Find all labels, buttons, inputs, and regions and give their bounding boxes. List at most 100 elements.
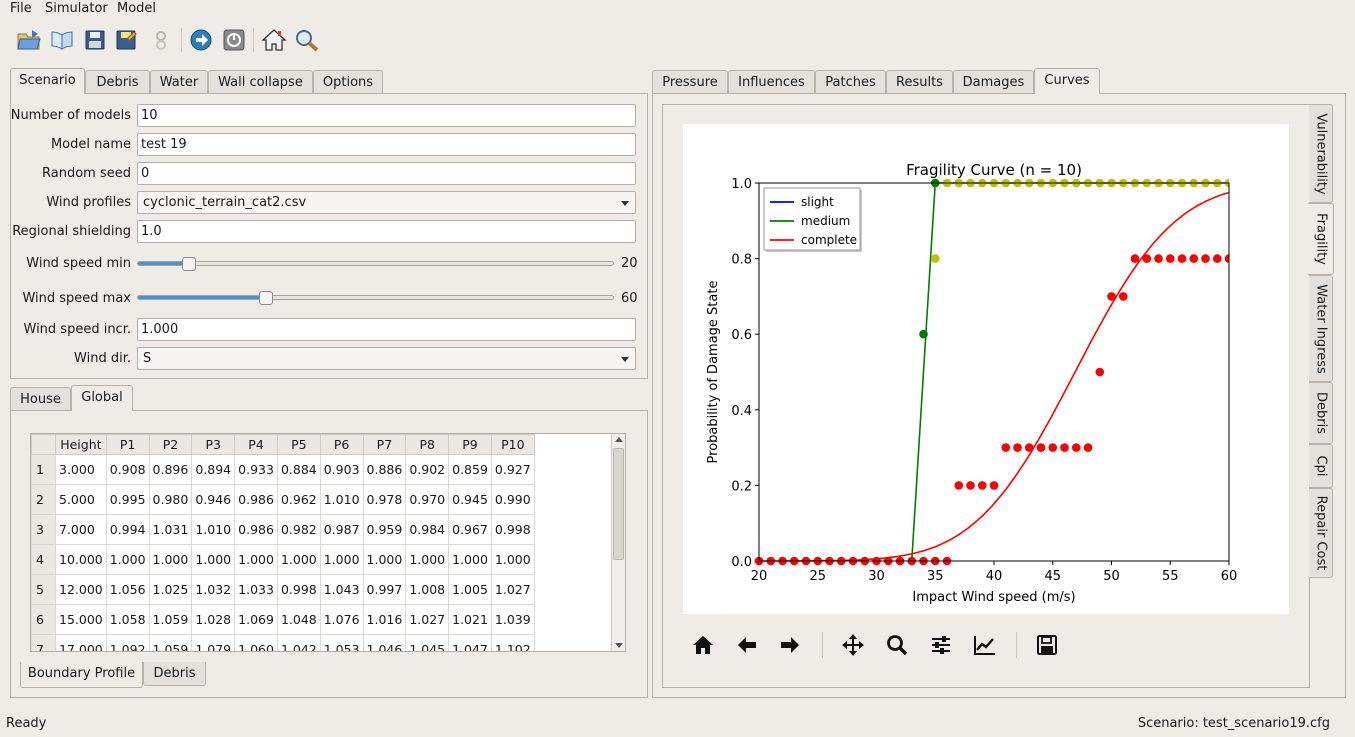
- tab-repair-cost[interactable]: Repair Cost: [1309, 488, 1333, 578]
- row-header[interactable]: 7: [31, 634, 56, 651]
- table-cell[interactable]: 1.076: [319, 604, 364, 635]
- menu-simulator[interactable]: Simulator: [42, 1, 111, 16]
- tab-damages[interactable]: Damages: [953, 70, 1034, 94]
- column-header[interactable]: P6: [319, 434, 364, 455]
- pan-icon[interactable]: [835, 628, 871, 662]
- tab-boundary-profile[interactable]: Boundary Profile: [20, 662, 143, 688]
- table-cell[interactable]: 0.998: [490, 514, 535, 545]
- tab-vulnerability[interactable]: Vulnerability: [1309, 104, 1333, 203]
- table-cell[interactable]: 1.010: [191, 514, 236, 545]
- tab-options[interactable]: Options: [313, 70, 383, 94]
- table-cell[interactable]: 1.000: [191, 544, 236, 575]
- tab-curves[interactable]: Curves: [1034, 68, 1100, 94]
- table-cell[interactable]: 1.042: [276, 634, 321, 651]
- column-header[interactable]: P7: [362, 434, 407, 455]
- table-cell[interactable]: 0.998: [276, 574, 321, 605]
- table-cell[interactable]: 0.978: [362, 484, 407, 515]
- row-header[interactable]: 1: [31, 454, 56, 485]
- table-cell[interactable]: 1.053: [319, 634, 364, 651]
- column-header[interactable]: P4: [234, 434, 278, 455]
- scroll-down-icon[interactable]: [615, 643, 623, 648]
- tab-cpi[interactable]: Cpi: [1309, 444, 1333, 488]
- tab-water[interactable]: Water: [150, 70, 208, 94]
- open-folder-icon[interactable]: [14, 25, 44, 55]
- wind-dir-select[interactable]: S: [137, 347, 636, 370]
- table-cell[interactable]: 1.000: [234, 544, 278, 575]
- scroll-thumb[interactable]: [613, 448, 624, 560]
- table-cell[interactable]: 0.903: [319, 454, 364, 485]
- table-cell[interactable]: 1.000: [276, 544, 321, 575]
- table-cell[interactable]: 15.000: [55, 604, 107, 635]
- wind-speed-max-slider[interactable]: [137, 295, 614, 300]
- wind-speed-max-handle[interactable]: [258, 291, 273, 305]
- table-cell[interactable]: 7.000: [55, 514, 107, 545]
- table-cell[interactable]: 1.048: [276, 604, 321, 635]
- column-header[interactable]: P3: [191, 434, 236, 455]
- table-cell[interactable]: 0.896: [148, 454, 193, 485]
- table-cell[interactable]: 1.069: [234, 604, 278, 635]
- table-cell[interactable]: 1.059: [148, 604, 193, 635]
- random-seed-input[interactable]: 0: [137, 162, 636, 185]
- table-cell[interactable]: 0.894: [191, 454, 236, 485]
- table-cell[interactable]: 0.946: [191, 484, 236, 515]
- edit-axis-icon[interactable]: [967, 628, 1003, 662]
- table-cell[interactable]: 0.970: [405, 484, 450, 515]
- row-header[interactable]: 3: [31, 514, 56, 545]
- table-cell[interactable]: 1.008: [405, 574, 450, 605]
- row-header[interactable]: 6: [31, 604, 56, 635]
- tab-pressure[interactable]: Pressure: [652, 70, 728, 94]
- table-cell[interactable]: 0.945: [448, 484, 492, 515]
- tab-wall-collapse[interactable]: Wall collapse: [208, 70, 313, 94]
- stop-icon[interactable]: [219, 25, 249, 55]
- table-cell[interactable]: 1.058: [105, 604, 150, 635]
- save-as-icon[interactable]: [111, 25, 141, 55]
- tab-scenario[interactable]: Scenario: [10, 68, 85, 94]
- home-icon[interactable]: [685, 628, 721, 662]
- table-cell[interactable]: 1.000: [105, 544, 150, 575]
- table-cell[interactable]: 1.000: [448, 544, 492, 575]
- table-cell[interactable]: 1.043: [319, 574, 364, 605]
- home-icon[interactable]: [259, 25, 289, 55]
- row-header[interactable]: 5: [31, 574, 56, 605]
- menu-file[interactable]: File: [7, 1, 35, 16]
- table-cell[interactable]: 1.032: [191, 574, 236, 605]
- back-arrow-icon[interactable]: [729, 628, 765, 662]
- wind-speed-min-handle[interactable]: [182, 257, 197, 271]
- wind-profiles-select[interactable]: cyclonic_terrain_cat2.csv: [137, 191, 636, 214]
- table-cell[interactable]: 0.902: [405, 454, 450, 485]
- run-icon[interactable]: [186, 25, 216, 55]
- table-cell[interactable]: 1.079: [191, 634, 236, 651]
- regional-shielding-input[interactable]: 1.0: [137, 220, 636, 243]
- table-cell[interactable]: 1.092: [105, 634, 150, 651]
- column-header[interactable]: P1: [105, 434, 150, 455]
- table-cell[interactable]: 1.000: [405, 544, 450, 575]
- scroll-up-icon[interactable]: [615, 437, 623, 442]
- tab-fragility[interactable]: Fragility: [1308, 203, 1334, 275]
- table-cell[interactable]: 0.995: [105, 484, 150, 515]
- table-cell[interactable]: 0.982: [276, 514, 321, 545]
- table-cell[interactable]: 0.986: [234, 484, 278, 515]
- table-cell[interactable]: 1.031: [148, 514, 193, 545]
- table-cell[interactable]: 1.027: [490, 574, 535, 605]
- model-name-input[interactable]: test 19: [137, 133, 636, 156]
- save-figure-icon[interactable]: [1029, 628, 1065, 662]
- table-cell[interactable]: 0.990: [490, 484, 535, 515]
- wind-speed-min-slider[interactable]: [137, 261, 614, 266]
- table-cell[interactable]: 0.962: [276, 484, 321, 515]
- table-cell[interactable]: 0.997: [362, 574, 407, 605]
- table-cell[interactable]: 1.060: [234, 634, 278, 651]
- configure-subplots-icon[interactable]: [923, 628, 959, 662]
- table-cell[interactable]: 1.000: [362, 544, 407, 575]
- table-cell[interactable]: 0.933: [234, 454, 278, 485]
- table-cell[interactable]: 1.016: [362, 604, 407, 635]
- table-cell[interactable]: 1.045: [405, 634, 450, 651]
- row-header[interactable]: 4: [31, 544, 56, 575]
- table-cell[interactable]: 1.010: [319, 484, 364, 515]
- table-cell[interactable]: 1.033: [234, 574, 278, 605]
- settings-disabled-icon[interactable]: [146, 25, 176, 55]
- forward-arrow-icon[interactable]: [772, 628, 808, 662]
- tab-influences[interactable]: Influences: [728, 70, 815, 94]
- column-header[interactable]: P10: [490, 434, 535, 455]
- table-cell[interactable]: 1.021: [448, 604, 492, 635]
- tab-debris-side[interactable]: Debris: [1309, 382, 1333, 444]
